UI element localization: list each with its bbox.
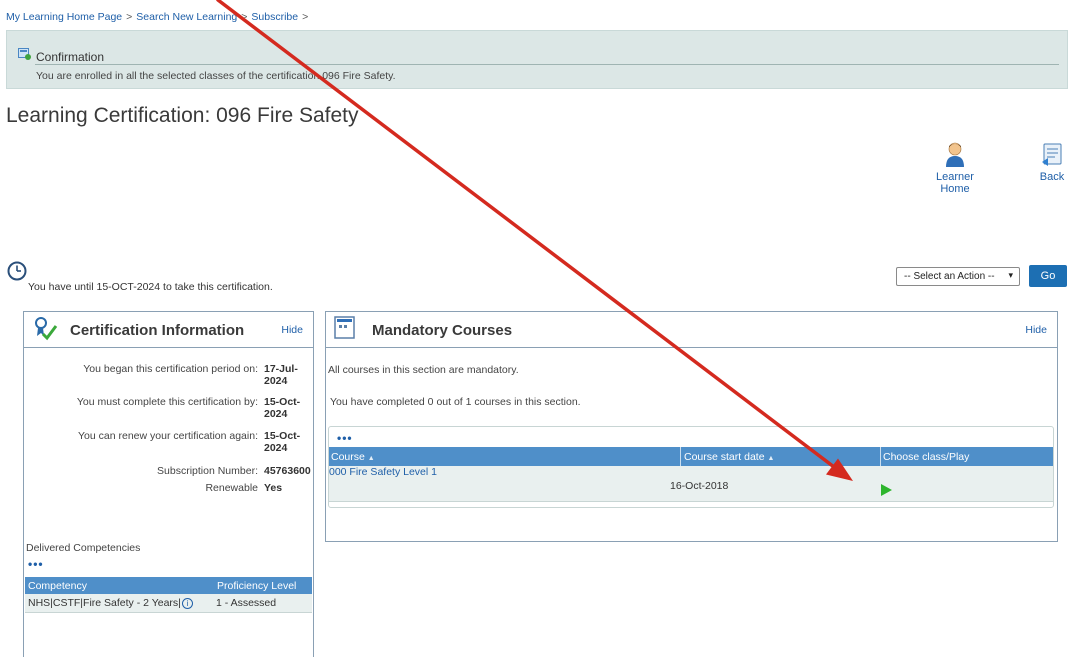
competency-name-text: NHS|CSTF|Fire Safety - 2 Years|	[28, 597, 181, 609]
column-competency[interactable]: Competency	[28, 580, 87, 592]
confirmation-banner: Confirmation You are enrolled in all the…	[6, 30, 1068, 89]
clock-icon	[7, 261, 27, 281]
more-options-icon[interactable]: •••	[337, 431, 353, 445]
action-select[interactable]: -- Select an Action -- ▾	[896, 267, 1020, 286]
info-icon[interactable]: i	[181, 597, 193, 609]
competency-table-header: Competency Proficiency Level	[25, 577, 312, 594]
back-label: Back	[1039, 171, 1065, 183]
column-course-start-date[interactable]: Course start date ▲	[684, 451, 774, 463]
back-link[interactable]: Back	[1034, 143, 1070, 183]
courses-table: ••• Course ▲ Course start date ▲ Choose …	[328, 426, 1054, 508]
column-course[interactable]: Course ▲	[331, 451, 375, 463]
info-label: Renewable	[205, 482, 258, 494]
info-value: Yes	[264, 482, 283, 494]
confirmation-message: You are enrolled in all the selected cla…	[36, 70, 396, 82]
breadcrumb-separator: >	[302, 11, 309, 23]
table-row: 000 Fire Safety Level 1 16-Oct-2018	[329, 466, 1053, 502]
action-select-value: -- Select an Action --	[904, 271, 995, 282]
info-label: You began this certification period on:	[83, 363, 258, 375]
info-label: You can renew your certification again:	[78, 430, 258, 442]
panel-header: Mandatory Courses Hide	[326, 312, 1057, 348]
confirmation-divider	[35, 64, 1059, 65]
info-value: 45763600	[264, 465, 311, 477]
proficiency-level: 1 - Assessed	[216, 597, 277, 609]
mandatory-courses-title: Mandatory Courses	[372, 322, 513, 339]
go-button[interactable]: Go	[1029, 265, 1067, 287]
course-start-date: 16-Oct-2018	[670, 480, 729, 492]
info-value: 15-Oct-2024	[264, 396, 301, 420]
breadcrumb-subscribe[interactable]: Subscribe	[251, 11, 298, 23]
learner-home-label: Learner Home	[936, 171, 974, 195]
certification-information-title: Certification Information	[70, 322, 245, 339]
learner-icon	[946, 142, 964, 167]
column-proficiency-level[interactable]: Proficiency Level	[217, 580, 296, 592]
breadcrumb-separator: >	[241, 11, 248, 23]
info-value: 15-Oct-2024	[264, 430, 301, 454]
certification-information-panel: Certification Information Hide You began…	[23, 311, 314, 657]
completion-progress: You have completed 0 out of 1 courses in…	[330, 396, 581, 408]
mandatory-courses-panel: Mandatory Courses Hide All courses in th…	[325, 311, 1058, 542]
confirmation-title: Confirmation	[36, 50, 105, 64]
hide-certification-info-link[interactable]: Hide	[281, 324, 303, 336]
mandatory-note: All courses in this section are mandator…	[328, 364, 519, 376]
column-choose-class-play[interactable]: Choose class/Play	[883, 451, 969, 463]
competency-name: NHS|CSTF|Fire Safety - 2 Years| i	[28, 597, 193, 609]
sort-icon: ▲	[767, 455, 775, 462]
sort-icon: ▲	[367, 455, 375, 462]
more-options-icon[interactable]: •••	[28, 557, 44, 571]
column-start-date-label: Course start date	[684, 451, 765, 463]
confirmation-icon	[18, 48, 31, 60]
breadcrumb-my-learning-home[interactable]: My Learning Home Page	[6, 11, 122, 23]
certificate-icon	[35, 317, 58, 341]
column-divider	[680, 447, 681, 466]
page-title: Learning Certification: 096 Fire Safety	[6, 104, 359, 127]
column-divider	[880, 447, 881, 466]
learner-home-link[interactable]: Learner Home	[922, 142, 988, 195]
panel-header: Certification Information Hide	[24, 312, 313, 348]
info-label: You must complete this certification by:	[76, 396, 258, 408]
chevron-down-icon: ▾	[1008, 270, 1013, 280]
table-row: NHS|CSTF|Fire Safety - 2 Years| i 1 - Ass…	[25, 594, 312, 613]
course-icon	[334, 316, 355, 339]
course-link[interactable]: 000 Fire Safety Level 1	[329, 466, 437, 478]
back-icon	[1042, 143, 1062, 166]
info-label: Subscription Number:	[157, 465, 258, 477]
info-value: 17-Jul-2024	[264, 363, 298, 387]
breadcrumb: My Learning Home Page > Search New Learnin…	[6, 11, 312, 23]
column-course-label: Course	[331, 451, 365, 463]
hide-mandatory-courses-link[interactable]: Hide	[1025, 324, 1047, 336]
breadcrumb-search-new-learning[interactable]: Search New Learning	[136, 11, 237, 23]
play-icon[interactable]	[881, 484, 892, 496]
courses-table-header: Course ▲ Course start date ▲ Choose clas…	[329, 447, 1053, 466]
delivered-competencies-title: Delivered Competencies	[26, 542, 141, 554]
certification-deadline: You have until 15-OCT-2024 to take this …	[28, 281, 273, 293]
breadcrumb-separator: >	[126, 11, 133, 23]
